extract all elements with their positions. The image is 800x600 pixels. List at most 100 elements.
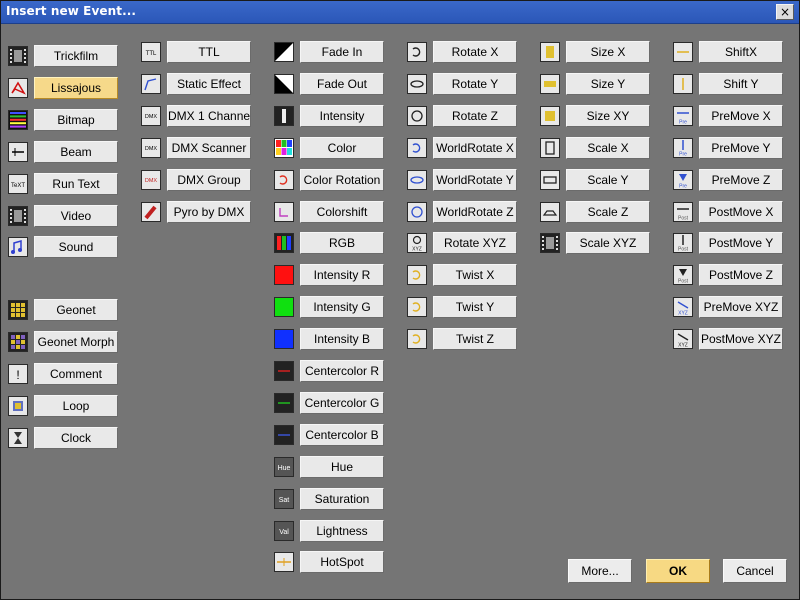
postmove-y-icon[interactable]: Post (673, 233, 693, 254)
centercolor-b-icon[interactable] (274, 424, 294, 445)
event-button-rotate-z[interactable]: Rotate Z (433, 104, 517, 127)
event-button-premove-z[interactable]: PreMove Z (699, 168, 783, 191)
fade-in-icon[interactable] (274, 42, 294, 62)
event-button-centercolor-r[interactable]: Centercolor R (300, 360, 384, 382)
size-x-icon[interactable] (540, 42, 560, 62)
event-button-postmove-xyz[interactable]: PostMove XYZ (699, 328, 783, 351)
event-button-geonet[interactable]: Geonet (34, 299, 118, 321)
event-button-hotspot[interactable]: HotSpot (300, 551, 384, 574)
event-button-twist-x[interactable]: Twist X (433, 264, 517, 287)
event-button-worldrotate-x[interactable]: WorldRotate X (433, 136, 517, 159)
postmove-z-icon[interactable]: Post (673, 265, 693, 286)
event-button-bitmap[interactable]: Bitmap (34, 108, 118, 131)
event-button-twist-z[interactable]: Twist Z (433, 328, 517, 351)
intensity-icon[interactable] (274, 105, 294, 126)
intensity-r-icon[interactable] (274, 265, 294, 286)
close-button[interactable]: × (776, 4, 794, 20)
event-button-lissajous[interactable]: Lissajous (34, 76, 118, 99)
event-button-ttl[interactable]: TTL (167, 41, 251, 63)
event-button-trickfilm[interactable]: Trickfilm (34, 45, 118, 67)
event-button-rotate-xyz[interactable]: Rotate XYZ (433, 232, 517, 255)
worldrotate-x-icon[interactable] (407, 137, 427, 158)
event-button-geonet-morph[interactable]: Geonet Morph (34, 330, 118, 353)
event-button-postmove-y[interactable]: PostMove Y (699, 232, 783, 255)
event-button-fade-out[interactable]: Fade Out (300, 72, 384, 95)
fade-out-icon[interactable] (274, 73, 294, 94)
event-button-postmove-z[interactable]: PostMove Z (699, 264, 783, 287)
event-button-centercolor-b[interactable]: Centercolor B (300, 423, 384, 446)
color-rotation-icon[interactable] (274, 169, 294, 190)
event-button-color[interactable]: Color (300, 136, 384, 159)
intensity-b-icon[interactable] (274, 329, 294, 350)
text-icon[interactable]: TeXT (8, 173, 28, 194)
event-button-shiftx[interactable]: ShiftX (699, 41, 783, 63)
worldrotate-z-icon[interactable] (407, 201, 427, 222)
sound-icon[interactable] (8, 237, 28, 258)
event-button-dmx-1-channel[interactable]: DMX 1 Channel (167, 104, 251, 127)
event-button-intensity-b[interactable]: Intensity B (300, 328, 384, 351)
event-button-scale-xyz[interactable]: Scale XYZ (566, 232, 650, 255)
event-button-premove-xyz[interactable]: PreMove XYZ (699, 296, 783, 319)
size-xy-icon[interactable] (540, 105, 560, 126)
event-button-shift-y[interactable]: Shift Y (699, 72, 783, 95)
dmx-group-icon[interactable]: DMX (141, 169, 161, 190)
event-button-twist-y[interactable]: Twist Y (433, 296, 517, 319)
intensity-g-icon[interactable] (274, 297, 294, 318)
event-button-intensity-r[interactable]: Intensity R (300, 264, 384, 287)
film-icon[interactable] (8, 46, 28, 66)
event-button-worldrotate-z[interactable]: WorldRotate Z (433, 200, 517, 223)
event-button-sound[interactable]: Sound (34, 236, 118, 259)
scale-xyz-icon[interactable] (540, 233, 560, 254)
geonet-morph-icon[interactable] (8, 331, 28, 352)
rotate-y-icon[interactable] (407, 73, 427, 94)
scale-x-icon[interactable] (540, 137, 560, 158)
event-button-comment[interactable]: Comment (34, 362, 118, 385)
event-button-static-effect[interactable]: Static Effect (167, 72, 251, 95)
rgb-icon[interactable] (274, 233, 294, 254)
lightness-icon[interactable]: Val (274, 520, 294, 541)
beam-icon[interactable] (8, 141, 28, 162)
event-button-centercolor-g[interactable]: Centercolor G (300, 391, 384, 414)
event-button-size-xy[interactable]: Size XY (566, 104, 650, 127)
dmx-scanner-icon[interactable]: DMX (141, 137, 161, 158)
event-button-size-y[interactable]: Size Y (566, 72, 650, 95)
event-button-clock[interactable]: Clock (34, 426, 118, 449)
event-button-intensity-g[interactable]: Intensity G (300, 296, 384, 319)
event-button-rotate-x[interactable]: Rotate X (433, 41, 517, 63)
colorshift-icon[interactable] (274, 201, 294, 222)
shift-y-icon[interactable] (673, 73, 693, 94)
event-button-premove-y[interactable]: PreMove Y (699, 136, 783, 159)
event-button-scale-y[interactable]: Scale Y (566, 168, 650, 191)
event-button-saturation[interactable]: Saturation (300, 487, 384, 510)
saturation-icon[interactable]: Sat (274, 488, 294, 509)
static-effect-icon[interactable] (141, 73, 161, 94)
event-button-fade-in[interactable]: Fade In (300, 41, 384, 63)
event-button-video[interactable]: Video (34, 204, 118, 227)
postmove-x-icon[interactable]: Post (673, 201, 693, 222)
cancel-button[interactable]: Cancel (723, 559, 787, 583)
size-y-icon[interactable] (540, 73, 560, 94)
event-button-beam[interactable]: Beam (34, 140, 118, 163)
rotate-z-icon[interactable] (407, 105, 427, 126)
ttl-icon[interactable]: TTL (141, 42, 161, 62)
event-button-hue[interactable]: Hue (300, 455, 384, 478)
rotate-x-icon[interactable] (407, 42, 427, 62)
event-button-run-text[interactable]: Run Text (34, 172, 118, 195)
twist-z-icon[interactable] (407, 329, 427, 350)
scale-y-icon[interactable] (540, 169, 560, 190)
event-button-lightness[interactable]: Lightness (300, 519, 384, 542)
premove-x-icon[interactable]: Pre (673, 105, 693, 126)
event-button-worldrotate-y[interactable]: WorldRotate Y (433, 168, 517, 191)
rotate-xyz-icon[interactable]: XYZ (407, 233, 427, 254)
comment-icon[interactable]: ! (8, 363, 28, 384)
event-button-premove-x[interactable]: PreMove X (699, 104, 783, 127)
premove-xyz-icon[interactable]: XYZ (673, 297, 693, 318)
loop-icon[interactable] (8, 395, 28, 416)
hourglass-icon[interactable] (8, 427, 28, 448)
twist-x-icon[interactable] (407, 265, 427, 286)
event-button-intensity[interactable]: Intensity (300, 104, 384, 127)
event-button-postmove-x[interactable]: PostMove X (699, 200, 783, 223)
premove-z-icon[interactable]: Pre (673, 169, 693, 190)
more-button[interactable]: More... (568, 559, 632, 583)
video-icon[interactable] (8, 205, 28, 226)
